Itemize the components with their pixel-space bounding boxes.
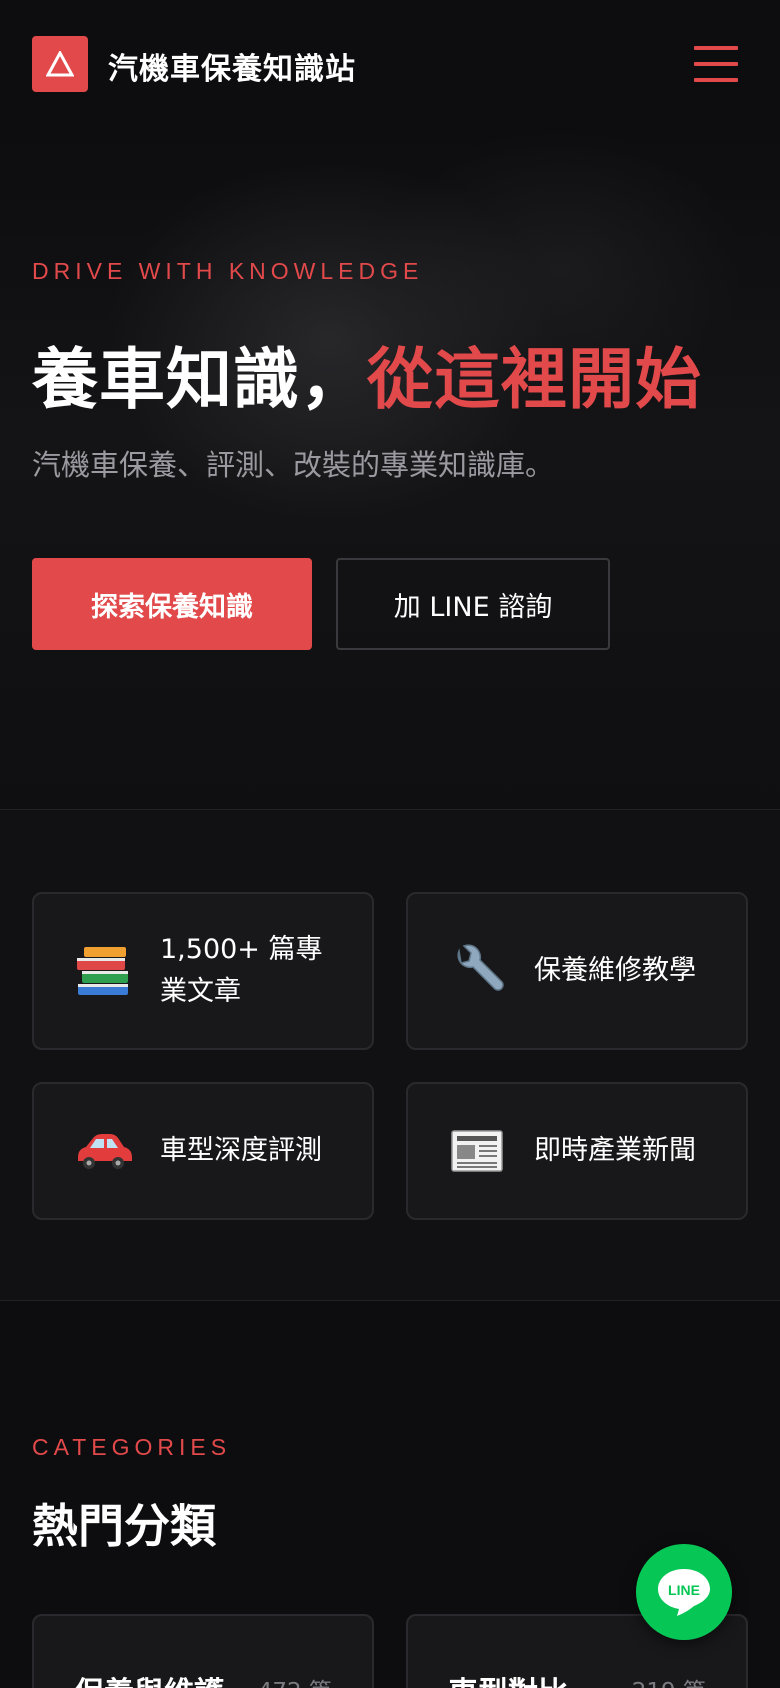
books-icon bbox=[74, 942, 132, 1000]
line-fab-label: LINE bbox=[668, 1582, 700, 1598]
feature-label: 車型深度評測 bbox=[160, 1135, 322, 1166]
feature-label-line: 1,500+ 篇專 bbox=[160, 934, 323, 965]
site-title[interactable]: 汽機車保養知識站 bbox=[108, 44, 356, 88]
feature-card-news: 即時產業新聞 bbox=[406, 1082, 748, 1220]
line-chat-icon: LINE bbox=[658, 1569, 710, 1616]
car-icon bbox=[74, 1122, 132, 1180]
hero-title: 養車知識，從這裡開始 bbox=[32, 326, 702, 422]
line-chat-button[interactable]: LINE bbox=[636, 1544, 732, 1640]
newspaper-icon bbox=[448, 1122, 506, 1180]
feature-card-reviews: 車型深度評測 bbox=[32, 1082, 374, 1220]
site-header: 汽機車保養知識站 bbox=[0, 0, 780, 130]
hero-title-main: 養車知識， bbox=[32, 340, 367, 418]
feature-label: 1,500+ 篇專 業文章 bbox=[160, 929, 323, 1013]
feature-label: 即時產業新聞 bbox=[534, 1135, 696, 1166]
category-card-maintenance[interactable]: 保養與維護 472 篇 bbox=[32, 1614, 374, 1688]
category-count: 472 篇 bbox=[258, 1672, 332, 1688]
feature-label: 保養維修教學 bbox=[534, 955, 696, 986]
menu-bar bbox=[694, 46, 738, 50]
wrench-icon bbox=[448, 942, 506, 1000]
categories-title: 熱門分類 bbox=[32, 1499, 216, 1553]
line-consult-button[interactable]: 加 LINE 諮詢 bbox=[336, 558, 610, 650]
category-name: 車型對比 bbox=[448, 1668, 568, 1688]
explore-button[interactable]: 探索保養知識 bbox=[32, 558, 312, 650]
feature-card-articles: 1,500+ 篇專 業文章 bbox=[32, 892, 374, 1050]
hero-title-accent: 從這裡開始 bbox=[367, 340, 702, 418]
feature-label-line: 業文章 bbox=[160, 976, 241, 1007]
menu-bar bbox=[694, 62, 738, 66]
category-count: 219 篇 bbox=[632, 1672, 706, 1688]
category-name: 保養與維護 bbox=[74, 1668, 224, 1688]
hero-subtitle: 汽機車保養、評測、改裝的專業知識庫。 bbox=[32, 448, 555, 482]
menu-bar bbox=[694, 78, 738, 82]
features-section bbox=[0, 810, 780, 1300]
categories-eyebrow: CATEGORIES bbox=[32, 1434, 232, 1460]
feature-card-tutorials: 保養維修教學 bbox=[406, 892, 748, 1050]
triangle-logo-icon[interactable] bbox=[32, 36, 88, 92]
hero-eyebrow: DRIVE WITH KNOWLEDGE bbox=[32, 258, 424, 284]
hamburger-menu-icon[interactable] bbox=[694, 46, 738, 82]
